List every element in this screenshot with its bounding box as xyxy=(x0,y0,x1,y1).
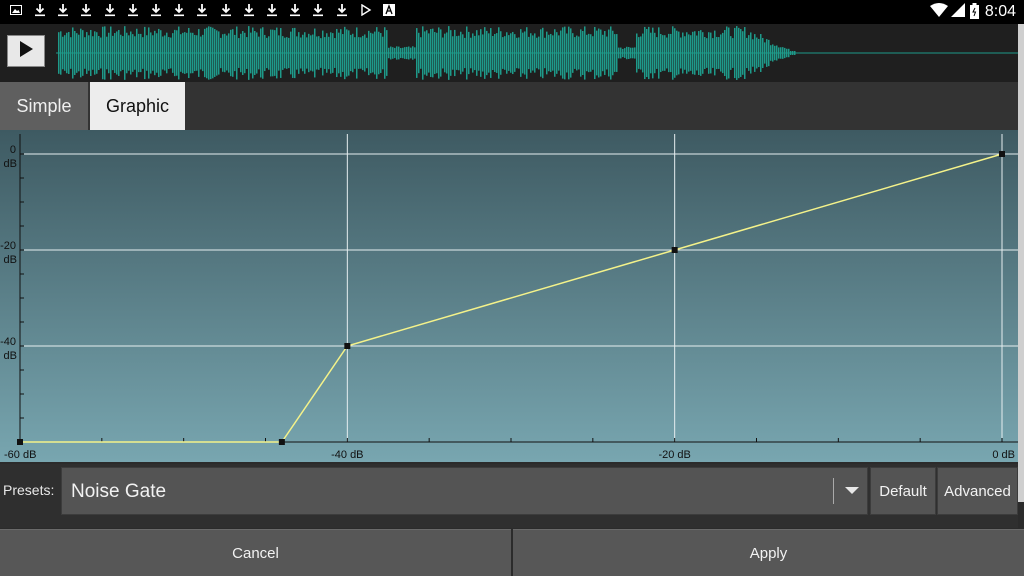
battery-icon xyxy=(970,3,979,24)
presets-selected-value: Noise Gate xyxy=(71,481,167,502)
curve-handle[interactable] xyxy=(999,151,1005,157)
advanced-button[interactable]: Advanced xyxy=(937,467,1018,515)
download-icon xyxy=(150,3,162,22)
presets-row: Presets: Noise Gate Default Advanced xyxy=(0,464,1018,518)
download-icon xyxy=(312,3,324,22)
tab-graphic[interactable]: Graphic xyxy=(90,82,185,130)
apply-button[interactable]: Apply xyxy=(513,529,1024,576)
y-axis-label: 0 xyxy=(10,144,16,156)
text-a-icon xyxy=(383,3,395,21)
download-icon xyxy=(266,3,278,22)
download-icon xyxy=(34,3,46,22)
curve-handle[interactable] xyxy=(671,247,678,253)
download-icon xyxy=(289,3,301,22)
dropdown-separator xyxy=(833,478,834,504)
waveform-bar xyxy=(0,24,1024,82)
play-store-icon xyxy=(360,3,372,21)
download-icon xyxy=(220,3,232,22)
y-axis-unit: dB xyxy=(4,254,17,266)
default-button[interactable]: Default xyxy=(870,467,936,515)
chevron-down-icon[interactable] xyxy=(842,480,862,500)
x-axis-label: -20 dB xyxy=(658,449,690,461)
presets-label: Presets: xyxy=(3,482,55,498)
y-axis-label: -20 xyxy=(0,240,16,252)
play-button[interactable] xyxy=(7,35,45,67)
graph-background xyxy=(0,130,1018,462)
y-axis-label: -40 xyxy=(0,336,16,348)
download-icon xyxy=(127,3,139,22)
download-icon xyxy=(104,3,116,22)
download-icon xyxy=(57,3,69,22)
y-axis-unit: dB xyxy=(4,158,17,170)
x-axis-label: -60 dB xyxy=(4,449,36,461)
divider xyxy=(0,518,1018,528)
curve-handle[interactable] xyxy=(278,439,285,445)
download-icon xyxy=(336,3,348,22)
curve-handle[interactable] xyxy=(17,439,23,445)
x-axis-label: 0 dB xyxy=(992,449,1015,461)
scrollbar[interactable] xyxy=(1018,24,1024,502)
download-icon xyxy=(243,3,255,22)
download-icon xyxy=(173,3,185,22)
cancel-button[interactable]: Cancel xyxy=(0,529,511,576)
tab-simple[interactable]: Simple xyxy=(0,82,88,130)
curve-handle[interactable] xyxy=(344,343,351,349)
status-bar: 8:04 xyxy=(0,0,1024,24)
download-icon xyxy=(80,3,92,22)
image-icon xyxy=(10,3,22,21)
wifi-icon xyxy=(930,3,948,22)
waveform[interactable] xyxy=(56,24,1018,82)
play-icon xyxy=(18,40,34,63)
x-axis-label: -40 dB xyxy=(331,449,363,461)
y-axis-unit: dB xyxy=(4,350,17,362)
tab-bar: Simple Graphic xyxy=(0,82,1024,130)
clock: 8:04 xyxy=(984,3,1016,20)
compressor-curve-graph[interactable]: 0 dB -20 dB -40 dB -60 dB -40 dB -20 dB 0 dB xyxy=(0,130,1018,462)
presets-dropdown[interactable]: Noise Gate xyxy=(61,467,868,515)
download-icon xyxy=(196,3,208,22)
signal-icon xyxy=(951,3,965,22)
